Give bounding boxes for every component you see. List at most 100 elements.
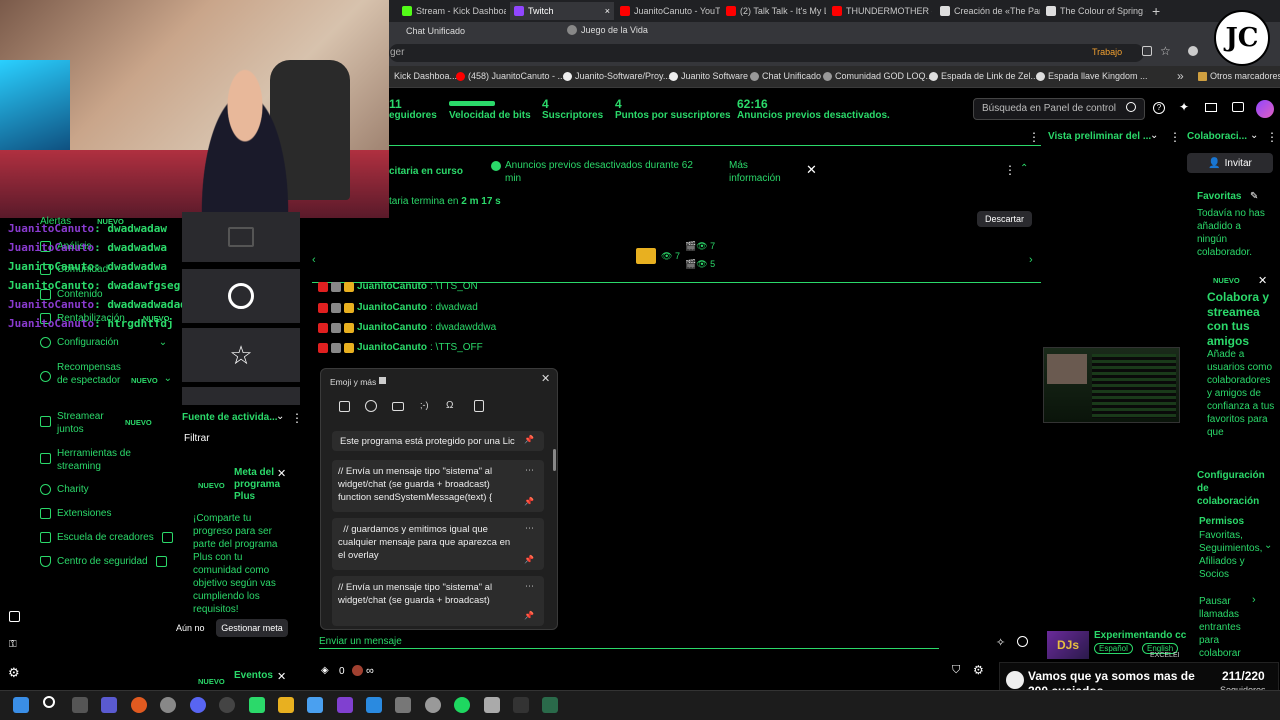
task-view-icon[interactable] xyxy=(72,697,88,713)
clipboard-item[interactable]: // Envía un mensaje tipo "sistema" al wi… xyxy=(332,576,544,626)
more-options-icon[interactable]: ⋯ xyxy=(525,580,534,593)
panel-collab-title[interactable]: Colaboraci... xyxy=(1187,131,1247,142)
clipboard-icon[interactable] xyxy=(474,400,484,412)
tab-thundermother[interactable]: THUNDERMOTHER - It xyxy=(832,2,932,20)
app-git-icon[interactable] xyxy=(484,697,500,713)
help-icon[interactable]: ? xyxy=(1153,102,1165,114)
tab-kick[interactable]: Stream - Kick Dashboa xyxy=(402,2,506,20)
app-orange-icon[interactable] xyxy=(131,697,147,713)
chrome-icon[interactable] xyxy=(160,697,176,713)
close-icon[interactable]: × xyxy=(605,6,610,16)
recommended-channel-title[interactable]: Experimentando cc xyxy=(1094,630,1186,641)
close-icon[interactable]: ✕ xyxy=(806,162,817,178)
bookmark-youtube[interactable]: (458) JuanitoCanuto - ... xyxy=(456,71,565,81)
not-now-button[interactable]: Aún no xyxy=(176,623,205,633)
sparkle-icon[interactable]: ✦ xyxy=(1179,100,1189,114)
clapper-tile[interactable] xyxy=(182,212,300,262)
filter-button[interactable]: Filtrar xyxy=(184,433,210,444)
tab-twitch[interactable]: Twitch × xyxy=(510,2,614,20)
tab-youtube[interactable]: JuanitoCanuto - YouTu xyxy=(620,2,720,20)
tab-wikipedia-spring[interactable]: The Colour of Spring - xyxy=(1046,2,1146,20)
sidebar-bottom-icon[interactable] xyxy=(9,611,20,622)
symbols-icon[interactable]: Ω xyxy=(446,400,453,411)
more-options-icon[interactable]: ⋯ xyxy=(525,522,534,535)
app-gray-icon[interactable] xyxy=(395,697,411,713)
channel-points-icon[interactable] xyxy=(352,665,363,676)
activity-feed-title[interactable]: Fuente de activida... xyxy=(182,412,278,423)
nav-extensiones[interactable]: Extensiones xyxy=(40,508,111,519)
profile-icon[interactable] xyxy=(1188,46,1198,56)
ad-more-info-link[interactable]: Más información xyxy=(729,159,789,185)
clipboard-item[interactable]: // Envía un mensaje tipo "sistema" al wi… xyxy=(332,460,544,512)
shield-icon[interactable]: ⛉ xyxy=(952,664,960,677)
clipboard-item[interactable]: // guardamos y emitimos igual que cualqu… xyxy=(332,518,544,570)
address-input[interactable] xyxy=(389,44,1144,62)
github-icon[interactable] xyxy=(425,697,441,713)
more-options-icon[interactable]: ⋮ xyxy=(1169,130,1181,144)
recommended-channel-avatar[interactable]: DJs xyxy=(1047,631,1089,659)
pin-icon[interactable]: 📌 xyxy=(524,609,534,622)
search-icon[interactable] xyxy=(1126,102,1136,112)
star-tile[interactable]: ☆ xyxy=(182,328,300,382)
bookmark-comunidad[interactable]: Comunidad GOD LOQ... xyxy=(823,71,933,81)
nav-charity[interactable]: Charity xyxy=(40,484,89,495)
panel-preview-title[interactable]: Vista preliminar del ... xyxy=(1048,131,1151,142)
windows-start-icon[interactable] xyxy=(13,697,29,713)
nav-herramientas[interactable]: Herramientas de streaming xyxy=(40,447,160,473)
chat-input[interactable]: Enviar un mensaje xyxy=(319,636,402,647)
bookmark-github-proy[interactable]: Juanito-Software/Proy... xyxy=(563,71,670,81)
vscode-icon[interactable] xyxy=(366,697,382,713)
kaomoji-icon[interactable]: ;-) xyxy=(420,400,429,410)
grid-icon[interactable] xyxy=(379,377,386,384)
app-green-icon[interactable] xyxy=(542,697,558,713)
app-v-icon[interactable] xyxy=(101,697,117,713)
emoji-icon[interactable] xyxy=(1017,636,1028,647)
pencil-icon[interactable]: ✎ xyxy=(1250,191,1258,202)
bookmark-other[interactable]: Otros marcadores xyxy=(1198,71,1280,81)
visual-studio-icon[interactable] xyxy=(337,697,353,713)
manage-goal-button[interactable]: Gestionar meta xyxy=(216,619,288,637)
dismiss-button[interactable]: Descartar xyxy=(977,211,1032,227)
discord-icon[interactable] xyxy=(190,697,206,713)
invite-button[interactable]: 👤 Invitar xyxy=(1187,153,1273,173)
pin-icon[interactable]: 📌 xyxy=(524,433,534,446)
chevron-down-icon[interactable]: ⌄ xyxy=(276,411,284,422)
obs-icon[interactable] xyxy=(219,697,235,713)
bits-icon[interactable]: ◈ xyxy=(321,665,329,676)
tab-chat-unificado[interactable]: Chat Unificado xyxy=(406,26,465,36)
share-icon[interactable] xyxy=(1142,46,1152,56)
terminal-icon[interactable] xyxy=(513,697,529,713)
chevron-right-icon[interactable]: › xyxy=(1252,594,1256,606)
emoji-icon[interactable] xyxy=(365,400,377,412)
app-blue-icon[interactable] xyxy=(307,697,323,713)
partial-tile[interactable] xyxy=(182,387,300,405)
celebrate-icon[interactable]: ✧ xyxy=(996,636,1005,649)
close-icon[interactable]: ✕ xyxy=(1258,274,1267,287)
steering-tile[interactable] xyxy=(182,269,300,323)
chat-bubble-icon[interactable] xyxy=(1232,102,1244,112)
avatar[interactable] xyxy=(1256,100,1274,118)
tab-juego-de-la-vida[interactable]: Juego de la Vida xyxy=(567,25,648,35)
gear-icon[interactable]: ⚙ xyxy=(8,665,20,681)
close-icon[interactable]: ✕ xyxy=(277,467,286,480)
close-icon[interactable]: ✕ xyxy=(277,670,286,683)
permissions-value[interactable]: Favoritas, Seguimientos, Afiliados y Soc… xyxy=(1199,529,1265,581)
more-options-icon[interactable]: ⋯ xyxy=(525,464,534,477)
stream-preview-thumbnail[interactable] xyxy=(1043,347,1180,423)
bookmark-kick[interactable]: Kick Dashboa... xyxy=(394,71,457,81)
nav-recompensas[interactable]: Recompensas de espectador NUEVO ⌄ xyxy=(40,361,180,387)
chevron-down-icon[interactable]: ⌄ xyxy=(1250,130,1258,141)
chevron-down-icon[interactable]: ⌄ xyxy=(1150,130,1158,141)
spotify-icon[interactable] xyxy=(454,697,470,713)
nav-escuela[interactable]: Escuela de creadores xyxy=(40,532,173,543)
tab-wikipedia-party[interactable]: Creación de «The Party xyxy=(940,2,1040,20)
tag-espanol[interactable]: Español xyxy=(1094,643,1133,654)
gif-icon[interactable] xyxy=(392,402,404,411)
new-tab-button[interactable]: + xyxy=(1152,3,1160,19)
more-options-icon[interactable]: ⋮ xyxy=(291,411,303,425)
more-options-icon[interactable]: ⋮ xyxy=(1004,163,1016,177)
chevron-up-icon[interactable]: ⌃ xyxy=(1020,163,1028,174)
clipboard-item[interactable]: Este programa está protegido por una Lic… xyxy=(332,431,544,451)
tab-talk-talk[interactable]: (2) Talk Talk - It's My L xyxy=(726,2,826,20)
chevron-down-icon[interactable]: ⌄ xyxy=(1264,540,1272,551)
